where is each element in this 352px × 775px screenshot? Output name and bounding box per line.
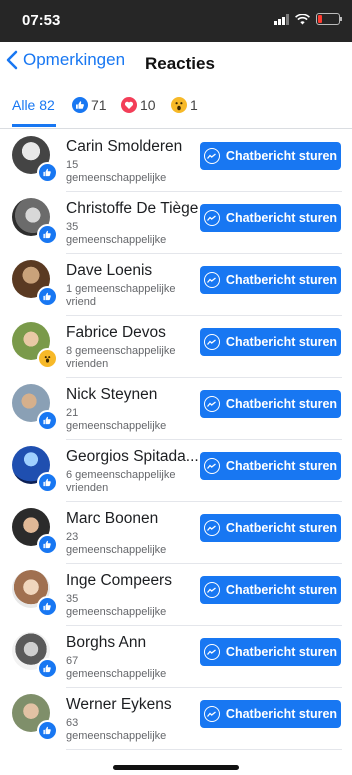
like-badge-icon <box>37 534 58 555</box>
list-item: Marc Boonen 23 gemeenschappelijke Chatber… <box>0 502 352 564</box>
active-tab-indicator <box>12 124 56 127</box>
page-title: Reacties <box>145 54 215 73</box>
divider <box>66 749 342 750</box>
list-item: Werner Eykens 63 gemeenschappelijke Chatb… <box>0 688 352 750</box>
person-name[interactable]: Georgios Spitada... <box>66 448 200 466</box>
person-name[interactable]: Marc Boonen <box>66 510 200 528</box>
like-badge-icon <box>37 596 58 617</box>
chevron-left-icon <box>6 50 18 70</box>
like-badge-icon <box>37 224 58 245</box>
send-message-button[interactable]: Chatbericht sturen <box>200 142 341 170</box>
back-label: Opmerkingen <box>23 50 126 69</box>
like-badge-icon <box>37 162 58 183</box>
person-name[interactable]: Inge Compeers <box>66 572 200 590</box>
like-badge-icon <box>37 286 58 307</box>
status-bar: 07:53 <box>0 0 352 42</box>
mutual-friends: 35 gemeenschappelijke <box>66 593 167 618</box>
send-message-button[interactable]: Chatbericht sturen <box>200 452 341 480</box>
messenger-icon <box>203 458 220 474</box>
person-name[interactable]: Carin Smolderen <box>66 138 200 156</box>
send-message-button[interactable]: Chatbericht sturen <box>200 204 341 232</box>
person-name[interactable]: Nick Steynen <box>66 386 200 404</box>
send-message-button[interactable]: Chatbericht sturen <box>200 700 341 728</box>
send-message-button[interactable]: Chatbericht sturen <box>200 576 341 604</box>
messenger-icon <box>203 210 220 226</box>
tab-all-label: Alle 82 <box>12 97 55 113</box>
tab-wow[interactable]: 1 <box>171 97 198 113</box>
send-message-button[interactable]: Chatbericht sturen <box>200 514 341 542</box>
messenger-icon <box>203 396 220 412</box>
signal-icon <box>274 13 289 25</box>
send-message-button[interactable]: Chatbericht sturen <box>200 266 341 294</box>
tab-wow-count: 1 <box>190 97 198 113</box>
tab-like[interactable]: 71 <box>72 97 107 113</box>
love-icon <box>121 97 137 113</box>
reaction-tabs: Alle 82 71 10 1 <box>0 90 352 129</box>
home-indicator[interactable] <box>113 765 239 770</box>
tab-love-count: 10 <box>140 97 156 113</box>
mutual-friends: 6 gemeenschappelijke vrienden <box>66 469 176 494</box>
send-message-button[interactable]: Chatbericht sturen <box>200 638 341 666</box>
tab-all[interactable]: Alle 82 <box>12 97 55 113</box>
messenger-icon <box>203 644 220 660</box>
mutual-friends: 1 gemeenschappelijke vriend <box>66 283 176 308</box>
like-icon <box>72 97 88 113</box>
wow-badge-icon <box>37 348 58 369</box>
battery-icon <box>316 13 342 25</box>
person-name[interactable]: Christoffe De Tiège <box>66 200 200 218</box>
person-name[interactable]: Dave Loenis <box>66 262 200 280</box>
send-message-button[interactable]: Chatbericht sturen <box>200 390 341 418</box>
like-badge-icon <box>37 720 58 741</box>
back-button[interactable]: Opmerkingen <box>6 50 125 70</box>
list-item: Georgios Spitada... 6 gemeenschappelijke… <box>0 440 352 502</box>
person-name[interactable]: Werner Eykens <box>66 696 200 714</box>
tab-like-count: 71 <box>91 97 107 113</box>
messenger-icon <box>203 334 220 350</box>
list-item: Dave Loenis 1 gemeenschappelijke vriend C… <box>0 254 352 316</box>
like-badge-icon <box>37 472 58 493</box>
messenger-icon <box>203 520 220 536</box>
wow-icon <box>171 97 187 113</box>
list-item: Christoffe De Tiège 35 gemeenschappelijke… <box>0 192 352 254</box>
list-item: Carin Smolderen 15 gemeenschappelijke Cha… <box>0 130 352 192</box>
messenger-icon <box>203 582 220 598</box>
mutual-friends: 15 gemeenschappelijke <box>66 159 167 184</box>
list-item: Borghs Ann 67 gemeenschappelijke Chatberi… <box>0 626 352 688</box>
wifi-icon <box>295 13 310 24</box>
tab-love[interactable]: 10 <box>121 97 156 113</box>
list-item: Nick Steynen 21 gemeenschappelijke Chatbe… <box>0 378 352 440</box>
messenger-icon <box>203 148 220 164</box>
mutual-friends: 35 gemeenschappelijke <box>66 221 167 246</box>
list-item: Inge Compeers 35 gemeenschappelijke Chatb… <box>0 564 352 626</box>
list-item: Fabrice Devos 8 gemeenschappelijke vriend… <box>0 316 352 378</box>
mutual-friends: 8 gemeenschappelijke vrienden <box>66 345 176 370</box>
mutual-friends: 63 gemeenschappelijke <box>66 717 167 742</box>
mutual-friends: 67 gemeenschappelijke <box>66 655 167 680</box>
mutual-friends: 23 gemeenschappelijke <box>66 531 167 556</box>
mutual-friends: 21 gemeenschappelijke <box>66 407 167 432</box>
person-name[interactable]: Borghs Ann <box>66 634 200 652</box>
like-badge-icon <box>37 410 58 431</box>
messenger-icon <box>203 272 220 288</box>
status-icons <box>274 13 342 25</box>
nav-bar: Opmerkingen Reacties <box>0 42 352 86</box>
send-message-button[interactable]: Chatbericht sturen <box>200 328 341 356</box>
messenger-icon <box>203 706 220 722</box>
status-time: 07:53 <box>22 12 61 29</box>
like-badge-icon <box>37 658 58 679</box>
person-name[interactable]: Fabrice Devos <box>66 324 200 342</box>
